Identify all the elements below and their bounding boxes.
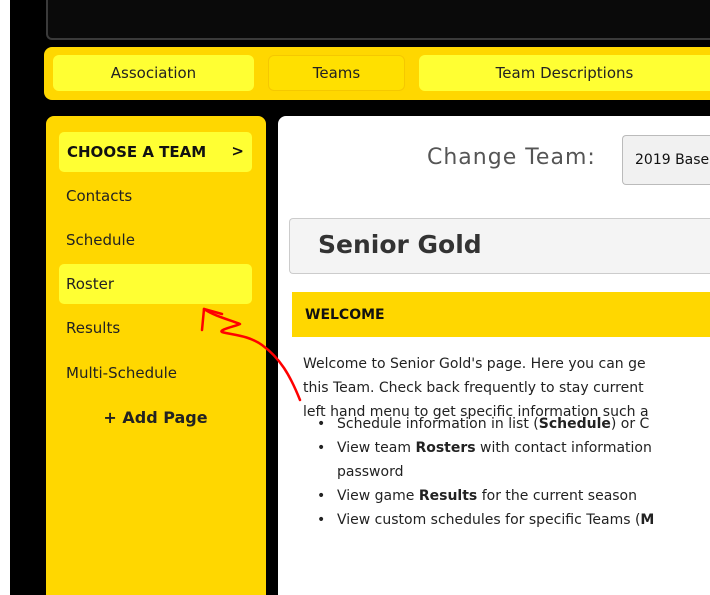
list-item-bold: Results xyxy=(418,488,478,504)
sidebar-item-results[interactable]: Results xyxy=(59,308,252,348)
list-item-text: for the current season xyxy=(477,488,637,504)
welcome-line: Welcome to Senior Gold's page. Here you … xyxy=(303,356,646,372)
list-item-text: with contact information xyxy=(475,440,652,456)
list-item-text: ) or C xyxy=(610,416,650,432)
choose-team-label: CHOOSE A TEAM xyxy=(67,143,207,161)
list-item-text: View custom schedules for specific Teams… xyxy=(337,512,641,528)
change-team-label: Change Team: xyxy=(427,145,596,170)
feature-list: Schedule information in list (Schedule) … xyxy=(313,412,710,532)
header-bar xyxy=(46,0,710,40)
add-page-button[interactable]: + Add Page xyxy=(59,398,252,436)
page-title: Senior Gold xyxy=(318,230,482,259)
sidebar-item-contacts[interactable]: Contacts xyxy=(59,176,252,216)
chevron-right-icon: > xyxy=(231,142,244,160)
welcome-header: WELCOME xyxy=(292,292,710,337)
team-select[interactable]: 2019 Base xyxy=(622,135,710,185)
choose-team-button[interactable]: CHOOSE A TEAM > xyxy=(59,132,252,172)
list-item: View custom schedules for specific Teams… xyxy=(313,508,710,532)
nav-tab-team-descriptions[interactable]: Team Descriptions xyxy=(419,55,710,91)
list-item-text: Schedule information in list ( xyxy=(337,416,539,432)
nav-tab-association[interactable]: Association xyxy=(53,55,254,91)
sidebar-item-multi-schedule[interactable]: Multi-Schedule xyxy=(59,353,252,393)
list-item: Schedule information in list (Schedule) … xyxy=(313,412,710,436)
sidebar-item-roster[interactable]: Roster xyxy=(59,264,252,304)
list-item: View game Results for the current season xyxy=(313,484,710,508)
list-item-text: View team xyxy=(337,440,416,456)
list-item: View team Rosters with contact informati… xyxy=(313,436,710,460)
list-item-text: View game xyxy=(337,488,419,504)
list-item-bold: M xyxy=(640,512,655,528)
sidebar-item-schedule[interactable]: Schedule xyxy=(59,220,252,260)
list-item-bold: Rosters xyxy=(415,440,476,456)
list-item-bold: Schedule xyxy=(538,416,611,432)
list-item-continuation: password xyxy=(337,464,404,480)
nav-tab-teams[interactable]: Teams xyxy=(268,55,405,91)
welcome-line: this Team. Check back frequently to stay… xyxy=(303,380,644,396)
